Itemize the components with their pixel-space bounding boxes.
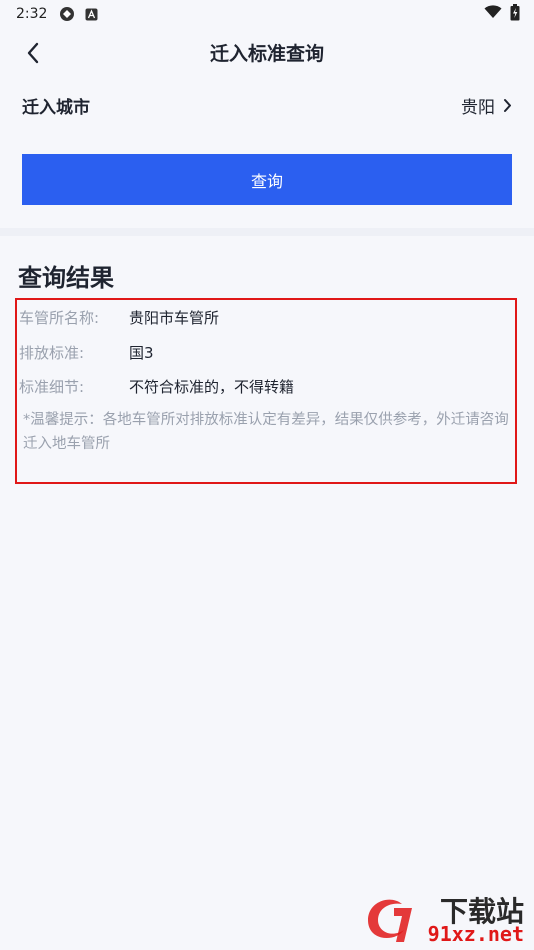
result-key: 标准细节: [19,377,85,396]
city-label: 迁入城市 [22,97,90,118]
app-notification-icon [59,6,75,22]
city-value: 贵阳 [461,97,495,118]
watermark: 下载站 91xz.net [360,888,530,950]
result-value: 贵阳市车管所 [129,308,220,327]
status-bar: 2:32 [0,0,534,28]
results-card: 车管所名称: 贵阳市车管所 排放标准: 国3 标准细节: 不符合标准的，不得转籍… [15,298,517,484]
section-divider [0,228,534,236]
status-time: 2:32 [16,6,48,22]
result-row-emission: 排放标准: 国3 [19,340,154,364]
result-key: 排放标准: [19,343,85,362]
keyboard-notification-icon [85,8,98,21]
page-title: 迁入标准查询 [209,43,324,65]
query-panel: 迁入标准查询 迁入城市 贵阳 查询 [0,28,534,228]
result-value: 不符合标准的，不得转籍 [129,377,295,396]
result-key: 车管所名称: [19,308,100,327]
result-row-details: 标准细节: 不符合标准的，不得转籍 [19,374,294,398]
wifi-icon [484,5,502,23]
battery-icon [510,3,520,25]
watermark-logo-icon [368,899,412,942]
result-value: 国3 [129,343,154,362]
chevron-right-icon [504,98,511,112]
city-selector-row[interactable]: 迁入城市 贵阳 [0,82,534,128]
query-button[interactable]: 查询 [22,154,512,205]
results-title: 查询结果 [18,264,114,292]
watermark-url: 91xz.net [427,922,524,946]
tip-text: *温馨提示：各地车管所对排放标准认定有差异，结果仅供参考，外迁请咨询迁入地车管所 [23,412,509,452]
navigation-bar: 迁入标准查询 [0,28,534,74]
result-row-office: 车管所名称: 贵阳市车管所 [19,305,219,329]
